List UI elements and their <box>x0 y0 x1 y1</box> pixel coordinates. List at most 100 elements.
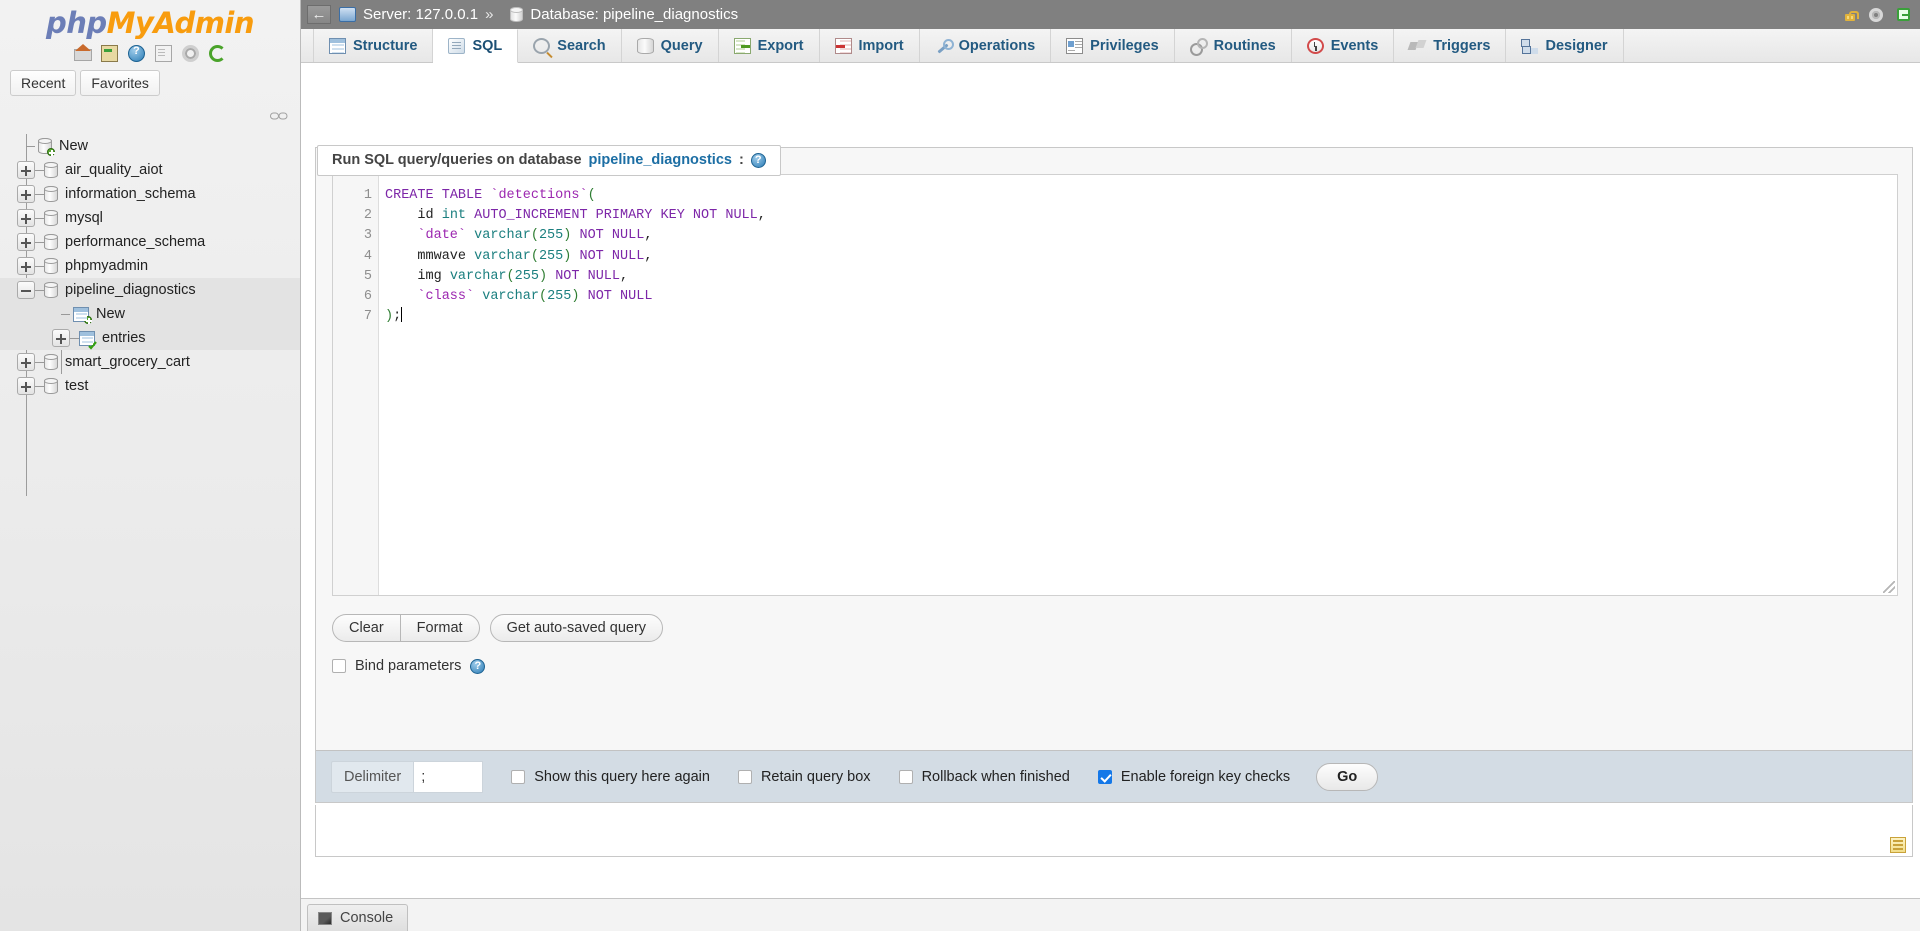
chain-link-glyph <box>270 111 288 121</box>
settings-icon[interactable] <box>182 45 199 62</box>
tab-import[interactable]: Import <box>820 29 920 62</box>
retain-query-box-option[interactable]: Retain query box <box>738 769 871 785</box>
collapse-icon[interactable] <box>17 281 35 299</box>
tree-item-label[interactable]: information_schema <box>65 186 196 202</box>
exit-icon[interactable] <box>1897 8 1910 21</box>
tree-item-label[interactable]: New <box>96 306 125 322</box>
database-icon <box>44 234 58 250</box>
bind-parameters-label: Bind parameters <box>355 658 461 674</box>
tree-item-test[interactable]: test <box>0 374 300 398</box>
breadcrumb-separator: » <box>485 6 493 23</box>
console-toggle-button[interactable]: Console <box>307 904 408 931</box>
clear-button[interactable]: Clear <box>332 614 400 642</box>
rollback-when-finished-option[interactable]: Rollback when finished <box>899 769 1070 785</box>
bind-parameters-checkbox[interactable] <box>332 659 346 673</box>
phpmyadmin-logo[interactable]: phpMyAdmin <box>0 0 300 40</box>
tree-item-label[interactable]: entries <box>102 330 146 346</box>
export-icon <box>734 38 751 54</box>
sql-icon <box>448 38 465 54</box>
enable-foreign-key-checks-option[interactable]: Enable foreign key checks <box>1098 769 1290 785</box>
editor-button-row: Clear Format Get auto-saved query <box>332 614 663 642</box>
help-icon[interactable]: ? <box>751 153 766 168</box>
sql-editor[interactable]: 1 2 3 4 5 6 7 CREATE TABLE `detections`(… <box>332 174 1898 596</box>
tree-item-air-quality-aiot[interactable]: air_quality_aiot <box>0 158 300 182</box>
query-icon <box>637 38 654 54</box>
show-query-again-checkbox[interactable] <box>511 770 525 784</box>
tab-query[interactable]: Query <box>622 29 719 62</box>
expand-icon[interactable] <box>52 329 70 347</box>
tree-item-mysql[interactable]: mysql <box>0 206 300 230</box>
tree-connector <box>26 146 35 147</box>
events-icon <box>1307 38 1324 54</box>
tree-item-label[interactable]: air_quality_aiot <box>65 162 163 178</box>
tree-item-label[interactable]: phpmyadmin <box>65 258 148 274</box>
logout-icon[interactable] <box>101 45 118 62</box>
tree-item-phpmyadmin[interactable]: phpmyadmin <box>0 254 300 278</box>
gear-icon[interactable] <box>1869 8 1883 22</box>
tree-item-entries[interactable]: entries <box>0 326 300 350</box>
tree-item-label[interactable]: smart_grocery_cart <box>65 354 190 370</box>
database-icon <box>510 7 523 22</box>
enable-foreign-key-checks-checkbox[interactable] <box>1098 770 1112 784</box>
tab-triggers[interactable]: Triggers <box>1394 29 1506 62</box>
tab-label: Search <box>557 38 605 54</box>
console-icon <box>318 912 332 925</box>
expand-icon[interactable] <box>17 377 35 395</box>
help-icon[interactable]: ? <box>470 659 485 674</box>
tree-item-pipeline-diagnostics[interactable]: pipeline_diagnostics <box>0 278 300 302</box>
tab-sql[interactable]: SQL <box>433 29 518 63</box>
tree-item-label[interactable]: performance_schema <box>65 234 205 250</box>
tree-item-label[interactable]: New <box>59 138 88 154</box>
tree-item-new-table[interactable]: New <box>0 302 300 326</box>
query-history-icon[interactable] <box>1890 837 1906 853</box>
tree-item-label[interactable]: pipeline_diagnostics <box>65 282 196 298</box>
tab-designer[interactable]: Designer <box>1506 29 1623 62</box>
tree-item-new-database[interactable]: New <box>0 134 300 158</box>
tree-item-performance-schema[interactable]: performance_schema <box>0 230 300 254</box>
delimiter-input[interactable] <box>413 761 483 793</box>
link-with-main-panel-icon[interactable] <box>270 108 288 118</box>
breadcrumb-database[interactable]: Database: pipeline_diagnostics <box>530 6 738 23</box>
tab-export[interactable]: Export <box>719 29 820 62</box>
home-icon[interactable] <box>74 45 91 62</box>
tab-operations[interactable]: Operations <box>920 29 1052 62</box>
expand-icon[interactable] <box>17 257 35 275</box>
breadcrumb-server[interactable]: Server: 127.0.0.1 <box>363 6 478 23</box>
tab-label: Triggers <box>1433 38 1490 54</box>
show-query-again-option[interactable]: Show this query here again <box>511 769 710 785</box>
back-button[interactable]: ← <box>307 5 331 24</box>
expand-icon[interactable] <box>17 353 35 371</box>
database-icon <box>44 258 58 274</box>
reload-icon[interactable] <box>209 45 226 62</box>
format-button[interactable]: Format <box>400 614 480 642</box>
tab-routines[interactable]: Routines <box>1175 29 1292 62</box>
tab-favorites[interactable]: Favorites <box>80 70 160 96</box>
tree-connector <box>61 314 70 315</box>
tab-privileges[interactable]: Privileges <box>1051 29 1175 62</box>
tab-recent[interactable]: Recent <box>10 70 76 96</box>
expand-icon[interactable] <box>17 161 35 179</box>
get-auto-saved-query-button[interactable]: Get auto-saved query <box>490 614 663 642</box>
sidebar-mini-tabs: Recent Favorites <box>0 62 300 100</box>
go-button[interactable]: Go <box>1316 763 1378 791</box>
help-icon[interactable] <box>128 45 145 62</box>
tab-label: SQL <box>472 38 502 54</box>
expand-icon[interactable] <box>17 233 35 251</box>
sql-code-text[interactable]: CREATE TABLE `detections`( id int AUTO_I… <box>379 175 1897 595</box>
tree-item-information-schema[interactable]: information_schema <box>0 182 300 206</box>
retain-query-box-checkbox[interactable] <box>738 770 752 784</box>
tree-item-label[interactable]: test <box>65 378 88 394</box>
expand-icon[interactable] <box>17 209 35 227</box>
tree-connector <box>35 218 44 219</box>
rollback-when-finished-checkbox[interactable] <box>899 770 913 784</box>
tree-item-smart-grocery-cart[interactable]: smart_grocery_cart <box>0 350 300 374</box>
editor-resize-handle[interactable] <box>1883 581 1895 593</box>
tab-structure[interactable]: Structure <box>313 29 433 62</box>
tree-item-label[interactable]: mysql <box>65 210 103 226</box>
expand-icon[interactable] <box>17 185 35 203</box>
lock-icon[interactable] <box>1845 14 1855 21</box>
logo-myadmin-text: MyAdmin <box>107 6 254 40</box>
doc-icon[interactable] <box>155 45 172 62</box>
tab-events[interactable]: Events <box>1292 29 1395 62</box>
tab-search[interactable]: Search <box>518 29 621 62</box>
